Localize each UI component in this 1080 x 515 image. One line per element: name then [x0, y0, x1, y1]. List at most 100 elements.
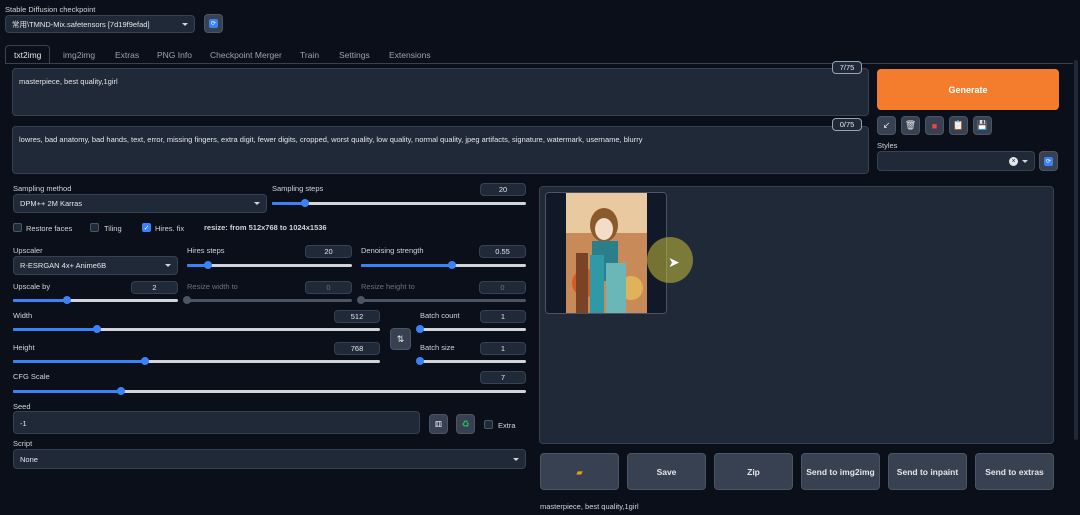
cfg-scale-input[interactable]: 7 — [480, 371, 526, 384]
send-to-extras-button[interactable]: Send to extras — [975, 453, 1054, 490]
negative-token-counter: 0/75 — [832, 118, 862, 131]
height-input[interactable]: 768 — [334, 342, 380, 355]
cfg-scale-label: CFG Scale — [13, 372, 50, 381]
resize-width-input[interactable]: 0 — [305, 281, 352, 294]
batch-count-input[interactable]: 1 — [480, 310, 526, 323]
restore-faces-checkbox[interactable] — [13, 223, 22, 232]
batch-count-slider[interactable] — [416, 325, 526, 333]
tab-extras[interactable]: Extras — [115, 47, 139, 63]
tab-divider — [5, 63, 1073, 64]
height-label: Height — [13, 343, 35, 352]
random-seed-button[interactable]: ⚅ — [429, 414, 448, 434]
extra-seed-checkbox[interactable] — [484, 420, 493, 429]
tiling-label: Tiling — [104, 224, 122, 233]
tab-extensions[interactable]: Extensions — [389, 47, 431, 63]
batch-size-label: Batch size — [420, 343, 455, 352]
hires-fix-checkbox[interactable]: ✓ — [142, 223, 151, 232]
save-style-button[interactable]: 💾 — [973, 116, 992, 135]
sampling-steps-input[interactable]: 20 — [480, 183, 526, 196]
tab-settings[interactable]: Settings — [339, 47, 370, 63]
upscale-by-slider[interactable] — [13, 296, 178, 304]
negative-prompt-input[interactable]: lowres, bad anatomy, bad hands, text, er… — [12, 126, 869, 174]
checkpoint-select[interactable]: 常用\TMND-Mix.safetensors [7d19f9efad] — [5, 15, 195, 33]
swap-dimensions-button[interactable]: ⇅ — [390, 328, 411, 350]
resize-width-label: Resize width to — [187, 282, 238, 291]
chevron-down-icon — [165, 264, 171, 267]
refresh-styles-button[interactable]: ⟳ — [1039, 151, 1058, 171]
sampling-steps-label: Sampling steps — [272, 184, 324, 193]
checkpoint-value: 常用\TMND-Mix.safetensors [7d19f9efad] — [12, 19, 150, 29]
denoising-strength-input[interactable]: 0.55 — [479, 245, 526, 258]
height-slider[interactable] — [13, 357, 380, 365]
scrollbar[interactable] — [1074, 60, 1078, 440]
sampling-method-label: Sampling method — [13, 184, 72, 193]
mouse-cursor-icon: ➤ — [668, 254, 680, 270]
resize-width-slider[interactable] — [183, 296, 352, 304]
read-params-button[interactable]: ↙ — [877, 116, 896, 135]
batch-size-slider[interactable] — [416, 357, 526, 365]
clipboard-icon: 📋 — [952, 120, 965, 130]
refresh-checkpoint-button[interactable]: ⟳ — [204, 14, 223, 33]
upscaler-select[interactable]: R-ESRGAN 4x+ Anime6B — [13, 256, 178, 275]
save-button[interactable]: Save — [627, 453, 706, 490]
chevron-down-icon — [254, 202, 260, 205]
folder-icon: ▰ — [576, 466, 583, 477]
script-select[interactable]: None — [13, 449, 526, 469]
send-to-img2img-button[interactable]: Send to img2img — [801, 453, 880, 490]
denoising-strength-label: Denoising strength — [361, 246, 424, 255]
tab-train[interactable]: Train — [300, 47, 319, 63]
resize-height-input[interactable]: 0 — [479, 281, 526, 294]
arrow-icon: ↙ — [882, 120, 891, 130]
refresh-icon: ⟳ — [1044, 156, 1053, 166]
tab-checkpoint-merger[interactable]: Checkpoint Merger — [210, 47, 282, 63]
width-slider[interactable] — [13, 325, 380, 333]
batch-size-input[interactable]: 1 — [480, 342, 526, 355]
prompt-token-counter: 7/75 — [832, 61, 862, 74]
tab-png-info[interactable]: PNG Info — [157, 47, 192, 63]
resize-height-slider[interactable] — [357, 296, 526, 304]
output-caption: masterpiece, best quality,1girl — [540, 502, 639, 511]
batch-count-label: Batch count — [420, 311, 460, 320]
check-icon: ✓ — [143, 224, 150, 232]
sampling-method-select[interactable]: DPM++ 2M Karras — [13, 194, 267, 213]
styles-select[interactable]: × — [877, 151, 1035, 171]
extra-networks-button[interactable]: ■ — [925, 116, 944, 135]
clear-icon[interactable]: × — [1009, 156, 1018, 166]
chevron-down-icon — [1022, 159, 1028, 163]
reuse-seed-button[interactable]: ♻ — [456, 414, 475, 434]
script-value: None — [20, 454, 38, 464]
cfg-scale-slider[interactable] — [13, 387, 526, 395]
resize-height-label: Resize height to — [361, 282, 415, 291]
dice-icon: ⚅ — [435, 419, 442, 429]
zip-button[interactable]: Zip — [714, 453, 793, 490]
floppy-icon: 💾 — [976, 120, 989, 130]
clear-prompt-button[interactable]: 🗑 — [901, 116, 920, 135]
recycle-icon: ♻ — [461, 418, 470, 429]
trash-icon: 🗑 — [904, 120, 917, 130]
generate-button[interactable]: Generate — [877, 69, 1059, 110]
seed-input[interactable]: -1 — [13, 411, 420, 434]
styles-label: Styles — [877, 141, 898, 150]
apply-style-button[interactable]: 📋 — [949, 116, 968, 135]
upscale-by-label: Upscale by — [13, 282, 51, 291]
open-folder-button[interactable]: ▰ — [540, 453, 619, 490]
hires-steps-input[interactable]: 20 — [305, 245, 352, 258]
tiling-checkbox[interactable] — [90, 223, 99, 232]
send-to-inpaint-button[interactable]: Send to inpaint — [888, 453, 967, 490]
tab-txt2img[interactable]: txt2img — [5, 45, 51, 63]
hires-steps-slider[interactable] — [187, 261, 352, 269]
sampling-steps-slider[interactable] — [272, 199, 526, 207]
upscale-by-input[interactable]: 2 — [131, 281, 178, 294]
seed-label: Seed — [13, 402, 31, 411]
denoising-strength-slider[interactable] — [361, 261, 526, 269]
swap-icon: ⇅ — [396, 333, 405, 344]
width-input[interactable]: 512 — [334, 310, 380, 323]
prompt-input[interactable]: masterpiece, best quality,1girl — [12, 68, 869, 116]
chevron-down-icon — [513, 457, 519, 461]
hires-fix-label: Hires. fix — [155, 224, 185, 233]
tab-img2img[interactable]: img2img — [63, 47, 95, 63]
restore-faces-label: Restore faces — [26, 224, 73, 233]
width-label: Width — [13, 311, 33, 320]
refresh-icon: ⟳ — [209, 19, 218, 28]
upscaler-label: Upscaler — [13, 246, 43, 255]
